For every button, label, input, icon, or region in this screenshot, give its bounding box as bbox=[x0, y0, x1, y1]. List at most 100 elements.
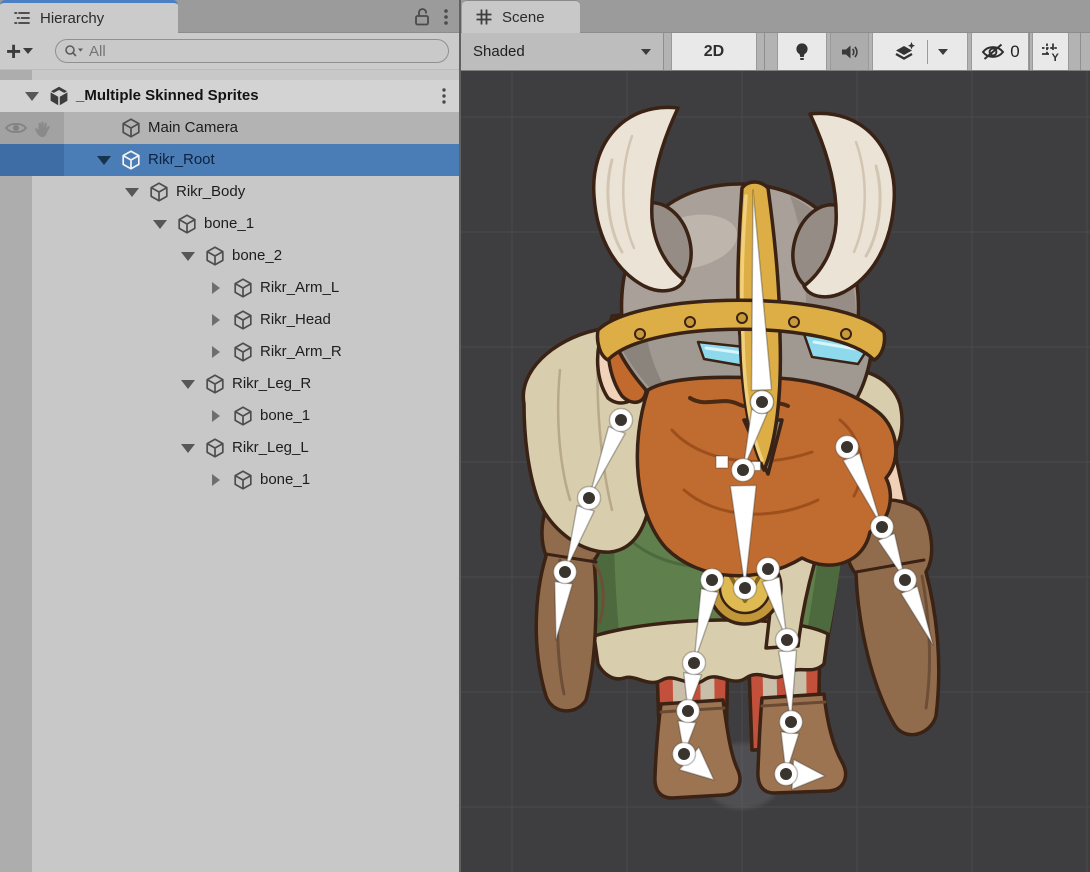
row-gutter bbox=[0, 112, 64, 144]
2d-label: 2D bbox=[704, 43, 724, 61]
bone-joint-center bbox=[762, 563, 774, 575]
gameobject-cube-icon bbox=[204, 245, 226, 267]
row-gutter bbox=[0, 144, 64, 176]
tree-item-rikr-arm-l[interactable]: Rikr_Arm_L bbox=[0, 272, 459, 304]
expander-closed-icon[interactable] bbox=[208, 400, 226, 432]
scene-audio-toggle[interactable] bbox=[830, 33, 869, 70]
chevron-down-icon[interactable] bbox=[938, 49, 948, 55]
bone-joint-center bbox=[899, 574, 911, 586]
expander-open-icon[interactable] bbox=[180, 240, 198, 272]
scene-tab-label: Scene bbox=[502, 9, 545, 26]
gameobject-cube-icon bbox=[232, 309, 254, 331]
eye-icon[interactable] bbox=[4, 119, 28, 142]
tree-item-label: Rikr_Arm_L bbox=[260, 272, 339, 304]
2d-mode-toggle[interactable]: 2D bbox=[671, 33, 757, 70]
bone-joint-center bbox=[706, 574, 718, 586]
speaker-icon bbox=[840, 43, 860, 61]
tree-item-rikr-root[interactable]: Rikr_Root bbox=[0, 144, 459, 176]
tree-item-bone-1[interactable]: bone_1 bbox=[0, 464, 459, 496]
hand-icon[interactable] bbox=[32, 119, 54, 146]
kebab-menu-icon[interactable] bbox=[441, 87, 447, 110]
tree-item-main-camera[interactable]: Main Camera bbox=[0, 112, 459, 144]
button-separator bbox=[927, 40, 928, 64]
tree-item--multiple-skinned-sprites[interactable]: _Multiple Skinned Sprites bbox=[0, 80, 459, 112]
gameobject-cube-icon bbox=[120, 117, 142, 139]
gameobject-cube-icon bbox=[204, 437, 226, 459]
tree-item-rikr-head[interactable]: Rikr_Head bbox=[0, 304, 459, 336]
expander-open-icon[interactable] bbox=[180, 368, 198, 400]
gameobject-cube-icon bbox=[232, 469, 254, 491]
hierarchy-tabbar: Hierarchy bbox=[0, 0, 459, 33]
tree-item-label: bone_2 bbox=[232, 240, 282, 272]
chevron-down-icon bbox=[641, 49, 651, 55]
tree-item-label: _Multiple Skinned Sprites bbox=[76, 80, 259, 112]
draw-mode-dropdown[interactable]: Shaded bbox=[461, 33, 663, 70]
tree-item-rikr-leg-l[interactable]: Rikr_Leg_L bbox=[0, 432, 459, 464]
tree-item-label: bone_1 bbox=[204, 208, 254, 240]
bone-joint-center bbox=[615, 414, 627, 426]
bone-joint-center bbox=[737, 464, 749, 476]
gameobject-cube-icon bbox=[204, 373, 226, 395]
scene-panel: Scene Shaded 2D bbox=[461, 0, 1090, 872]
create-object-button[interactable]: + bbox=[6, 38, 46, 64]
tree-item-label: bone_1 bbox=[260, 400, 310, 432]
tree-item-label: Rikr_Body bbox=[176, 176, 245, 208]
eye-slash-icon bbox=[980, 42, 1006, 62]
grid-icon bbox=[474, 7, 494, 27]
unity-logo-icon bbox=[48, 85, 70, 107]
search-icon bbox=[64, 43, 84, 59]
tree-item-label: Rikr_Leg_R bbox=[232, 368, 311, 400]
bone-joint-center bbox=[739, 582, 751, 594]
kebab-menu-icon[interactable] bbox=[443, 7, 449, 27]
bone-joint-center bbox=[785, 716, 797, 728]
tree-item-bone-1[interactable]: bone_1 bbox=[0, 208, 459, 240]
tab-hierarchy[interactable]: Hierarchy bbox=[0, 0, 178, 33]
grid-visibility-button[interactable]: Y bbox=[1032, 33, 1069, 70]
grid-axis-y-icon: Y bbox=[1040, 41, 1062, 63]
search-input[interactable] bbox=[87, 42, 440, 61]
expander-open-icon[interactable] bbox=[24, 80, 42, 112]
tree-item-rikr-arm-r[interactable]: Rikr_Arm_R bbox=[0, 336, 459, 368]
draw-mode-label: Shaded bbox=[473, 43, 525, 60]
gameobject-cube-icon bbox=[232, 341, 254, 363]
expander-open-icon[interactable] bbox=[180, 432, 198, 464]
tree-item-bone-2[interactable]: bone_2 bbox=[0, 240, 459, 272]
expander-closed-icon[interactable] bbox=[208, 304, 226, 336]
lightbulb-icon bbox=[793, 41, 811, 63]
scene-effects-group[interactable] bbox=[872, 33, 968, 70]
expander-open-icon[interactable] bbox=[96, 144, 114, 176]
hierarchy-tab-label: Hierarchy bbox=[40, 10, 104, 27]
gameobject-cube-icon bbox=[120, 149, 142, 171]
bone-joint-center bbox=[583, 492, 595, 504]
scene-toolbar: Shaded 2D bbox=[461, 33, 1090, 71]
scene-viewport[interactable] bbox=[461, 71, 1090, 872]
expander-closed-icon[interactable] bbox=[208, 464, 226, 496]
root-marker[interactable] bbox=[716, 456, 728, 468]
expander-open-icon[interactable] bbox=[124, 176, 142, 208]
hierarchy-search-field[interactable] bbox=[55, 39, 449, 63]
tree-item-label: Main Camera bbox=[148, 112, 238, 144]
tree-item-bone-1[interactable]: bone_1 bbox=[0, 400, 459, 432]
lock-open-icon[interactable] bbox=[413, 7, 431, 27]
layers-sparkle-icon bbox=[893, 40, 917, 64]
scene-visibility-button[interactable]: 0 bbox=[971, 33, 1029, 70]
tree-item-label: Rikr_Arm_R bbox=[260, 336, 342, 368]
hidden-count: 0 bbox=[1010, 42, 1019, 62]
tree-item-rikr-body[interactable]: Rikr_Body bbox=[0, 176, 459, 208]
bone-joint-center bbox=[780, 768, 792, 780]
bone-joint-center bbox=[876, 521, 888, 533]
expander-closed-icon[interactable] bbox=[208, 272, 226, 304]
tree-item-rikr-leg-r[interactable]: Rikr_Leg_R bbox=[0, 368, 459, 400]
scene-lighting-toggle[interactable] bbox=[777, 33, 827, 70]
bone-joint-center bbox=[682, 705, 694, 717]
plus-icon: + bbox=[6, 39, 21, 63]
svg-text:Y: Y bbox=[1051, 52, 1059, 63]
bone-joint-center bbox=[678, 748, 690, 760]
gameobject-cube-icon bbox=[232, 277, 254, 299]
tree-item-label: Rikr_Leg_L bbox=[232, 432, 309, 464]
unity-editor-window: Hierarchy + bbox=[0, 0, 1090, 872]
expander-open-icon[interactable] bbox=[152, 208, 170, 240]
hierarchy-toolbar: + bbox=[0, 33, 459, 70]
tab-scene[interactable]: Scene bbox=[462, 0, 580, 33]
expander-closed-icon[interactable] bbox=[208, 336, 226, 368]
